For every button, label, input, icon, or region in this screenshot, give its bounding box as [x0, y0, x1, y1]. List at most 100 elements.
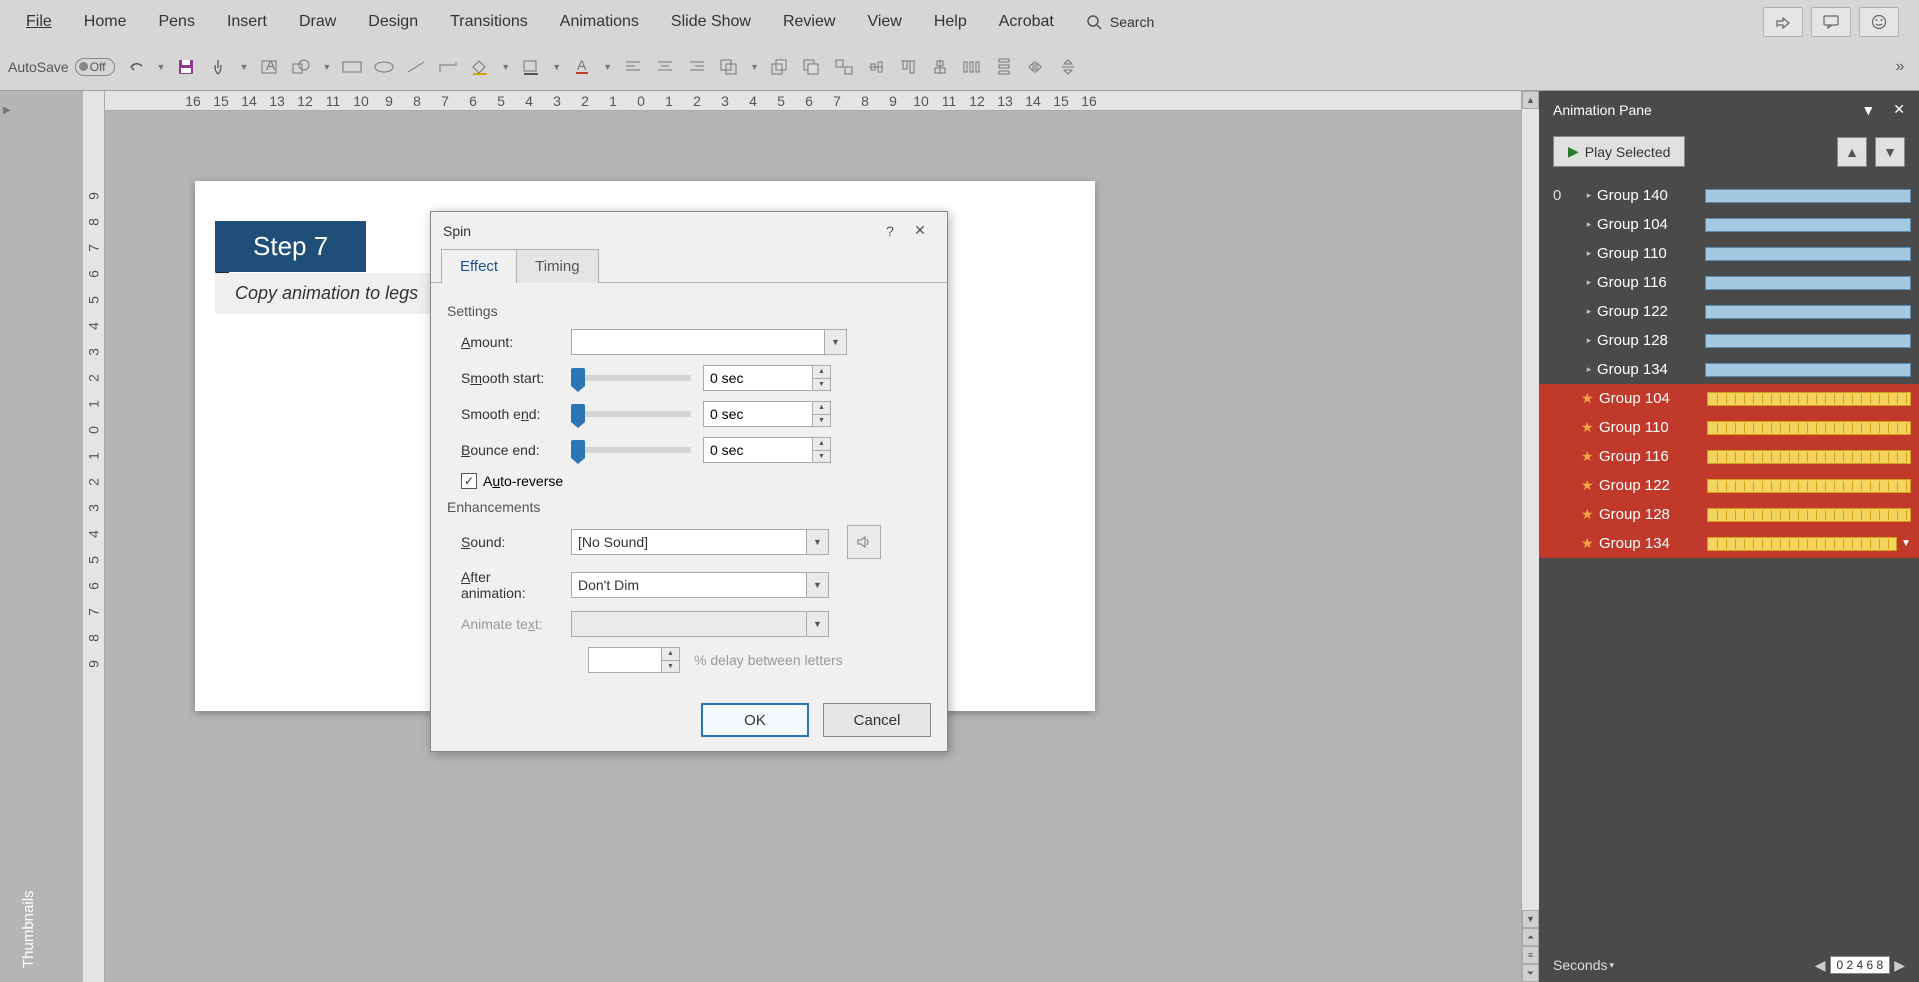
animation-item[interactable]: ▸Group 104 — [1539, 210, 1919, 239]
animation-item-selected[interactable]: ★Group 122 — [1539, 471, 1919, 500]
animation-item[interactable]: ▸Group 110 — [1539, 239, 1919, 268]
share-button[interactable] — [1763, 7, 1803, 37]
align-objects-button[interactable] — [865, 56, 887, 78]
ok-button[interactable]: OK — [701, 703, 809, 737]
timeline-right[interactable]: ▶ — [1894, 957, 1905, 974]
align-center-button[interactable] — [654, 56, 676, 78]
timing-bar[interactable] — [1705, 189, 1911, 203]
timing-bar[interactable] — [1707, 450, 1911, 464]
tab-file[interactable]: File — [10, 3, 68, 41]
cancel-button[interactable]: Cancel — [823, 703, 931, 737]
move-down-button[interactable]: ▼ — [1875, 137, 1905, 167]
dialog-help-button[interactable]: ? — [875, 223, 905, 239]
tab-help[interactable]: Help — [918, 3, 983, 41]
move-up-button[interactable]: ▲ — [1837, 137, 1867, 167]
autosave-state[interactable]: Off — [75, 58, 115, 76]
animation-item-selected[interactable]: ★Group 104 — [1539, 384, 1919, 413]
elbow-button[interactable] — [437, 56, 459, 78]
timing-bar[interactable] — [1707, 508, 1911, 522]
tab-effect[interactable]: Effect — [441, 249, 517, 283]
tab-insert[interactable]: Insert — [211, 3, 283, 41]
prev-slide-button[interactable]: ⏶ — [1522, 928, 1539, 946]
smooth-start-spinner[interactable]: 0 sec▲▼ — [703, 365, 831, 391]
animation-item-selected[interactable]: ★Group 128 — [1539, 500, 1919, 529]
animation-item[interactable]: ▸Group 128 — [1539, 326, 1919, 355]
flip-vert-button[interactable] — [1057, 56, 1079, 78]
autosave-toggle[interactable]: AutoSave Off — [8, 58, 115, 76]
outline-button[interactable] — [520, 56, 542, 78]
tab-animations[interactable]: Animations — [544, 3, 655, 41]
tab-slideshow[interactable]: Slide Show — [655, 3, 767, 41]
timing-bar[interactable] — [1705, 334, 1911, 348]
animation-item[interactable]: ▸Group 122 — [1539, 297, 1919, 326]
save-button[interactable] — [175, 56, 197, 78]
scroll-up-button[interactable]: ▲ — [1522, 91, 1539, 109]
pane-close-button[interactable]: ✕ — [1893, 101, 1905, 118]
pane-options-button[interactable]: ▼ — [1861, 102, 1875, 118]
timing-bar[interactable] — [1705, 276, 1911, 290]
dialog-close-button[interactable]: ✕ — [905, 222, 935, 239]
overflow-button[interactable]: » — [1889, 56, 1911, 78]
touch-mode-button[interactable] — [207, 56, 229, 78]
distribute-horiz-button[interactable] — [961, 56, 983, 78]
timing-bar[interactable] — [1707, 392, 1911, 406]
undo-button[interactable] — [125, 56, 147, 78]
tab-transitions[interactable]: Transitions — [434, 3, 544, 41]
tab-acrobat[interactable]: Acrobat — [983, 3, 1070, 41]
tab-timing[interactable]: Timing — [516, 249, 598, 283]
animation-item-selected[interactable]: ★Group 134▼ — [1539, 529, 1919, 558]
timing-bar[interactable] — [1705, 218, 1911, 232]
font-color-button[interactable]: A — [571, 56, 593, 78]
emoji-button[interactable] — [1859, 7, 1899, 37]
align-left-button[interactable] — [622, 56, 644, 78]
timing-bar[interactable] — [1705, 363, 1911, 377]
timing-bar[interactable] — [1705, 305, 1911, 319]
animation-item-selected[interactable]: ★Group 110 — [1539, 413, 1919, 442]
animation-item[interactable]: ▸Group 134 — [1539, 355, 1919, 384]
smooth-end-spinner[interactable]: 0 sec▲▼ — [703, 401, 831, 427]
line-button[interactable] — [405, 56, 427, 78]
shape-button[interactable] — [290, 56, 312, 78]
timing-bar[interactable] — [1705, 247, 1911, 261]
tab-view[interactable]: View — [851, 3, 917, 41]
item-dropdown[interactable]: ▼ — [1901, 538, 1911, 549]
thumbnails-expand[interactable]: ▶ — [0, 91, 14, 982]
timing-bar[interactable] — [1707, 537, 1897, 551]
timing-bar[interactable] — [1707, 479, 1911, 493]
animation-item[interactable]: ▸Group 116 — [1539, 268, 1919, 297]
auto-reverse-checkbox[interactable]: ✓ — [461, 473, 477, 489]
arrange-button[interactable] — [718, 56, 740, 78]
send-backward-button[interactable] — [801, 56, 823, 78]
tab-design[interactable]: Design — [352, 3, 434, 41]
bring-forward-button[interactable] — [769, 56, 791, 78]
animation-item[interactable]: 0▸Group 140 — [1539, 181, 1919, 210]
section-button[interactable]: ≡ — [1522, 946, 1539, 964]
sound-combo[interactable]: [No Sound]▼ — [571, 529, 829, 555]
tab-draw[interactable]: Draw — [283, 3, 352, 41]
tab-review[interactable]: Review — [767, 3, 851, 41]
tab-pens[interactable]: Pens — [142, 3, 210, 41]
next-slide-button[interactable]: ⏷ — [1522, 964, 1539, 982]
rectangle-button[interactable] — [341, 56, 363, 78]
align-top-button[interactable] — [897, 56, 919, 78]
scroll-down-button[interactable]: ▼ — [1522, 910, 1539, 928]
animation-item-selected[interactable]: ★Group 116 — [1539, 442, 1919, 471]
after-animation-combo[interactable]: Don't Dim▼ — [571, 572, 829, 598]
timeline-left[interactable]: ◀ — [1815, 957, 1826, 974]
fill-button[interactable] — [469, 56, 491, 78]
bounce-end-spinner[interactable]: 0 sec▲▼ — [703, 437, 831, 463]
smooth-end-slider[interactable] — [571, 411, 691, 417]
group-button[interactable] — [833, 56, 855, 78]
align-middle-button[interactable] — [929, 56, 951, 78]
search-box[interactable]: Search — [1070, 14, 1170, 30]
smooth-start-slider[interactable] — [571, 375, 691, 381]
align-right-button[interactable] — [686, 56, 708, 78]
tab-home[interactable]: Home — [68, 3, 143, 41]
timing-bar[interactable] — [1707, 421, 1911, 435]
oval-button[interactable] — [373, 56, 395, 78]
vertical-scrollbar[interactable]: ▲ ▼ ⏶ ≡ ⏷ — [1521, 91, 1539, 982]
play-selected-button[interactable]: ▶ Play Selected — [1553, 136, 1685, 167]
distribute-vert-button[interactable] — [993, 56, 1015, 78]
bounce-end-slider[interactable] — [571, 447, 691, 453]
textbox-button[interactable]: A — [258, 56, 280, 78]
